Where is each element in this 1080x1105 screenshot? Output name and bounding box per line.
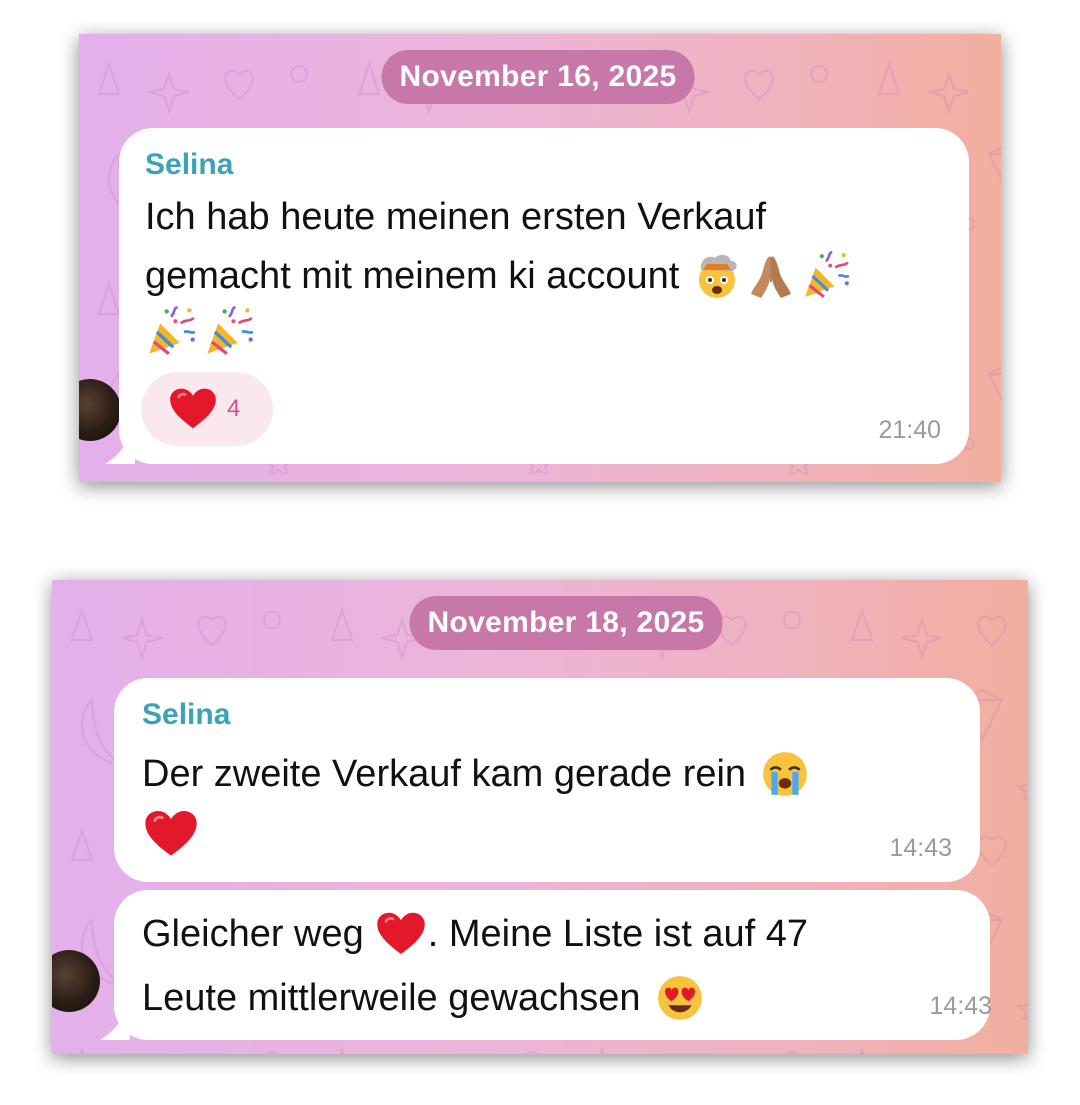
date-separator: November 16, 2025 — [381, 50, 695, 104]
party-popper-emoji — [145, 306, 197, 358]
exploding-head-emoji — [693, 252, 741, 300]
message-bubble[interactable]: Selina Der zweite Verkauf kam gerade rei… — [114, 678, 980, 882]
red-heart-emoji — [144, 809, 198, 859]
message-text-line-2: Leute mittlerweile gewachsen — [142, 970, 705, 1026]
message-time: 14:43 — [889, 834, 952, 862]
reaction-count: 4 — [227, 395, 241, 422]
praying-hands-emoji — [747, 252, 795, 300]
heart-eyes-emoji — [655, 973, 705, 1023]
message-text-line-1: Ich hab heute meinen ersten Verkauf — [145, 195, 767, 238]
message-text-line-2: gemacht mit meinem ki account — [145, 248, 851, 304]
party-popper-emoji — [203, 306, 255, 358]
message-text-line-1: Der zweite Verkauf kam gerade rein — [142, 746, 810, 802]
message-emoji-line-3 — [145, 304, 255, 360]
message-emoji-line-2 — [144, 806, 198, 862]
message-time: 14:43 — [929, 992, 992, 1020]
message-text-line-1: Gleicher weg . Meine Liste ist auf 47 — [142, 906, 808, 962]
sender-name[interactable]: Selina — [145, 148, 233, 182]
red-heart-emoji — [376, 911, 426, 957]
heart-icon — [169, 387, 217, 431]
message-bubble[interactable]: Selina Ich hab heute meinen ersten Verka… — [119, 128, 969, 464]
message-time: 21:40 — [878, 416, 941, 444]
message-bubble[interactable]: Gleicher weg . Meine Liste ist auf 47 Le… — [114, 890, 992, 1040]
chat-screenshot-1: November 16, 2025 Selina Ich hab heute m… — [79, 34, 1001, 482]
chat-screenshot-2: November 18, 2025 Selina Der zweite Verk… — [52, 580, 1028, 1054]
heart-reaction[interactable]: 4 — [141, 372, 273, 446]
sender-name[interactable]: Selina — [142, 698, 230, 732]
loudly-crying-emoji — [760, 749, 810, 799]
party-popper-emoji — [801, 251, 851, 301]
date-separator: November 18, 2025 — [409, 596, 723, 650]
